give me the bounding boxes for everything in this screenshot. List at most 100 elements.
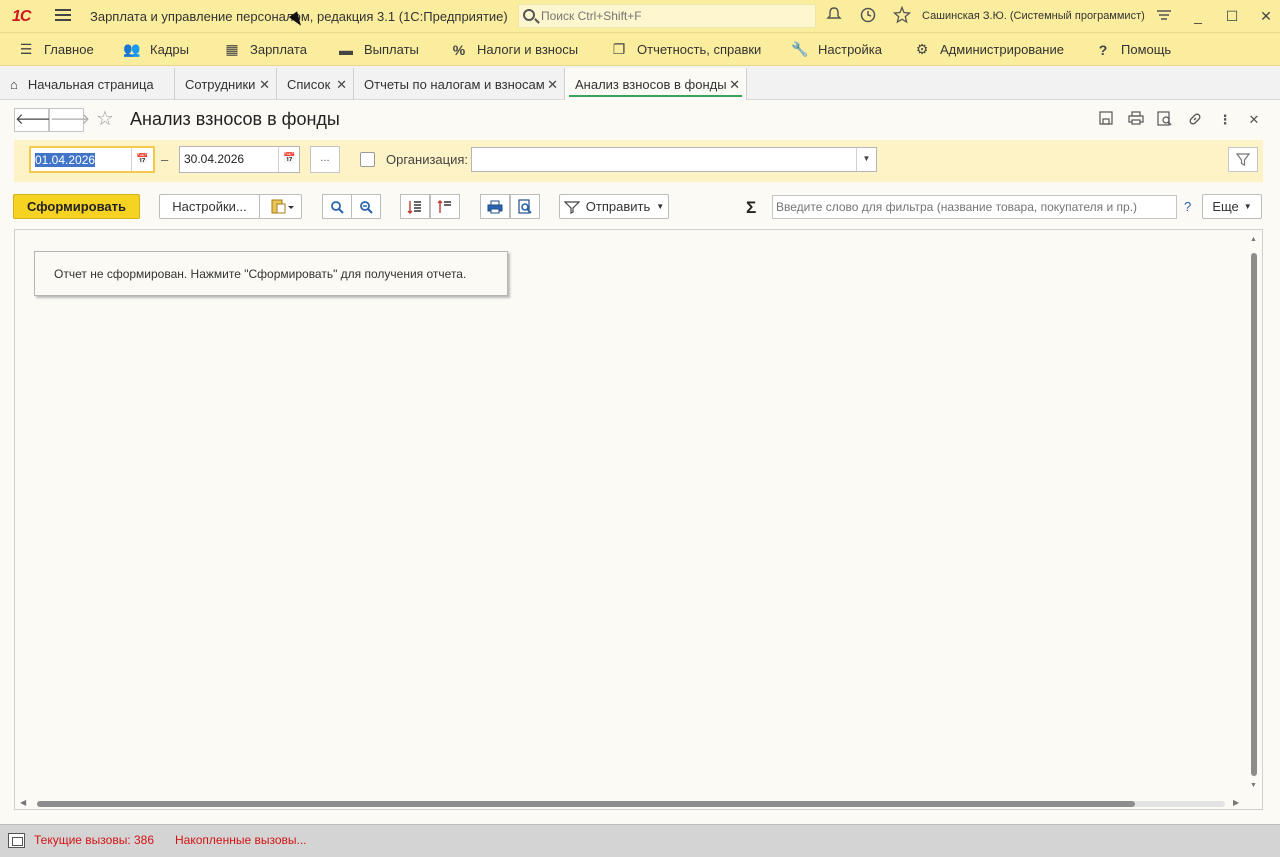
settings-lines-icon[interactable]	[1153, 6, 1175, 28]
search-icon	[523, 9, 535, 21]
send-label: Отправить	[585, 199, 651, 214]
print-preview-button[interactable]	[510, 194, 540, 219]
report-spreadsheet[interactable]	[14, 229, 1263, 810]
chevron-down-icon[interactable]: ▼	[856, 148, 876, 171]
section-settings[interactable]: 🔧 Настройка	[791, 33, 882, 66]
windows-icon[interactable]	[8, 833, 25, 848]
section-help[interactable]: ? Помощь	[1095, 33, 1172, 66]
tab-contributions-analysis[interactable]: Анализ взносов в фонды ✕	[565, 68, 747, 100]
chevron-down-icon: ▼	[656, 202, 665, 211]
scroll-left-icon[interactable]: ◀	[20, 798, 26, 807]
section-reports[interactable]: ❐ Отчетность, справки	[611, 33, 762, 66]
horizontal-scrollbar[interactable]	[37, 801, 1135, 807]
section-admin[interactable]: ⚙ Администрирование	[914, 33, 1064, 66]
scroll-up-icon[interactable]: ▲	[1250, 236, 1257, 243]
calendar-icon[interactable]: 📅	[278, 147, 300, 172]
maximize-icon[interactable]: ☐	[1221, 5, 1243, 27]
percent-icon: %	[452, 41, 466, 58]
calendar-icon[interactable]: 📅	[131, 148, 153, 171]
section-label: Администрирование	[940, 42, 1064, 57]
close-window-icon[interactable]: ✕	[1255, 5, 1277, 27]
calculator-icon: ▦	[225, 41, 239, 57]
close-tab-icon[interactable]: ✕	[259, 77, 270, 93]
tab-label: Начальная страница	[27, 76, 154, 92]
settings-button[interactable]: Настройки...	[159, 194, 260, 219]
tab-home[interactable]: ⌂ Начальная страница	[0, 68, 175, 100]
current-calls[interactable]: Текущие вызовы: 386	[34, 833, 154, 847]
minimize-icon[interactable]: _	[1187, 5, 1209, 27]
section-salary[interactable]: ▦ Зарплата	[224, 33, 307, 66]
search-next-button[interactable]	[351, 194, 381, 219]
date-from-value[interactable]: 01.04.2026	[35, 153, 96, 167]
scroll-right-icon[interactable]: ▶	[1233, 798, 1239, 807]
section-main[interactable]: ☰ Главное	[18, 33, 94, 66]
more-label: Еще	[1212, 199, 1239, 214]
more-button[interactable]: Еще ▼	[1202, 194, 1262, 219]
tab-label: Сотрудники	[185, 76, 256, 92]
variants-button[interactable]	[259, 194, 302, 219]
user-name[interactable]: Сашинская З.Ю. (Системный программист)	[922, 10, 1145, 22]
global-search-input[interactable]	[541, 8, 811, 24]
print-preview-icon	[518, 199, 532, 214]
report-filter-field[interactable]	[772, 195, 1177, 219]
tab-tax-reports[interactable]: Отчеты по налогам и взносам ✕	[354, 68, 565, 100]
section-label: Выплаты	[364, 42, 419, 57]
send-button[interactable]: Отправить ▼	[559, 194, 669, 219]
close-tab-icon[interactable]: ✕	[729, 77, 740, 93]
generate-button[interactable]: Сформировать	[13, 194, 140, 219]
date-from-field[interactable]: 01.04.2026 📅	[29, 146, 155, 173]
tab-label: Отчеты по налогам и взносам	[364, 76, 545, 92]
main-menu-icon[interactable]	[55, 9, 71, 23]
search-button[interactable]	[322, 194, 352, 219]
link-icon[interactable]	[1186, 111, 1204, 129]
organization-checkbox[interactable]	[360, 152, 375, 167]
more-vertical-icon[interactable]: ⋮	[1216, 111, 1234, 129]
search-next-icon	[360, 201, 373, 214]
favorites-star-icon[interactable]	[891, 5, 913, 28]
report-filter-input[interactable]	[776, 199, 1171, 215]
scroll-down-icon[interactable]: ▼	[1250, 782, 1257, 789]
period-dash: –	[161, 152, 169, 167]
tab-label: Анализ взносов в фонды	[575, 76, 727, 92]
date-to-field[interactable]: 30.04.2026 📅	[179, 146, 300, 173]
tab-list[interactable]: Список ✕	[277, 68, 354, 100]
close-tab-icon[interactable]: ✕	[547, 77, 558, 93]
open-windows-tabs: ⌂ Начальная страница Сотрудники ✕ Список…	[0, 66, 1280, 100]
vertical-scrollbar[interactable]	[1251, 253, 1257, 776]
logo-1c: 1С	[12, 8, 31, 25]
section-label: Помощь	[1121, 42, 1172, 57]
section-hr[interactable]: 👥 Кадры	[123, 33, 189, 66]
organization-field[interactable]: ▼	[471, 147, 877, 172]
choose-period-button[interactable]: ...	[310, 146, 340, 173]
section-label: Главное	[44, 42, 94, 57]
help-icon[interactable]: ?	[1184, 199, 1191, 214]
expand-groups-button[interactable]	[400, 194, 430, 219]
back-button[interactable]: 🡐	[14, 108, 55, 132]
accumulated-calls[interactable]: Накопленные вызовы...	[175, 833, 307, 847]
section-panel: ☰ Главное 👥 Кадры ▦ Зарплата ▬ Выплаты % Нало…	[0, 33, 1280, 66]
tab-employees[interactable]: Сотрудники ✕	[175, 68, 277, 100]
filter-button[interactable]	[1228, 147, 1258, 172]
close-form-icon[interactable]: ✕	[1245, 111, 1263, 129]
close-tab-icon[interactable]: ✕	[336, 77, 347, 93]
date-to-value[interactable]: 30.04.2026	[184, 152, 244, 166]
sum-icon[interactable]: Σ	[746, 198, 756, 218]
preview-icon[interactable]	[1156, 111, 1174, 129]
send-icon	[563, 200, 580, 214]
forward-button[interactable]: 🡒	[49, 108, 90, 132]
collapse-groups-button[interactable]	[430, 194, 460, 219]
print-icon[interactable]	[1127, 111, 1145, 129]
global-search[interactable]	[518, 4, 816, 28]
section-payments[interactable]: ▬ Выплаты	[338, 33, 419, 66]
report-variants-icon	[271, 199, 294, 213]
section-taxes[interactable]: % Налоги и взносы	[451, 33, 578, 66]
section-label: Отчетность, справки	[637, 42, 762, 57]
history-icon[interactable]	[857, 6, 879, 28]
print-button[interactable]	[480, 194, 510, 219]
favorite-star-icon[interactable]: ☆	[96, 109, 114, 129]
collapse-groups-icon	[437, 200, 451, 213]
report-not-generated-message: Отчет не сформирован. Нажмите "Сформиров…	[34, 251, 508, 296]
chevron-down-icon: ▼	[1243, 202, 1252, 211]
bell-icon[interactable]	[823, 6, 845, 28]
save-icon[interactable]	[1097, 111, 1115, 129]
